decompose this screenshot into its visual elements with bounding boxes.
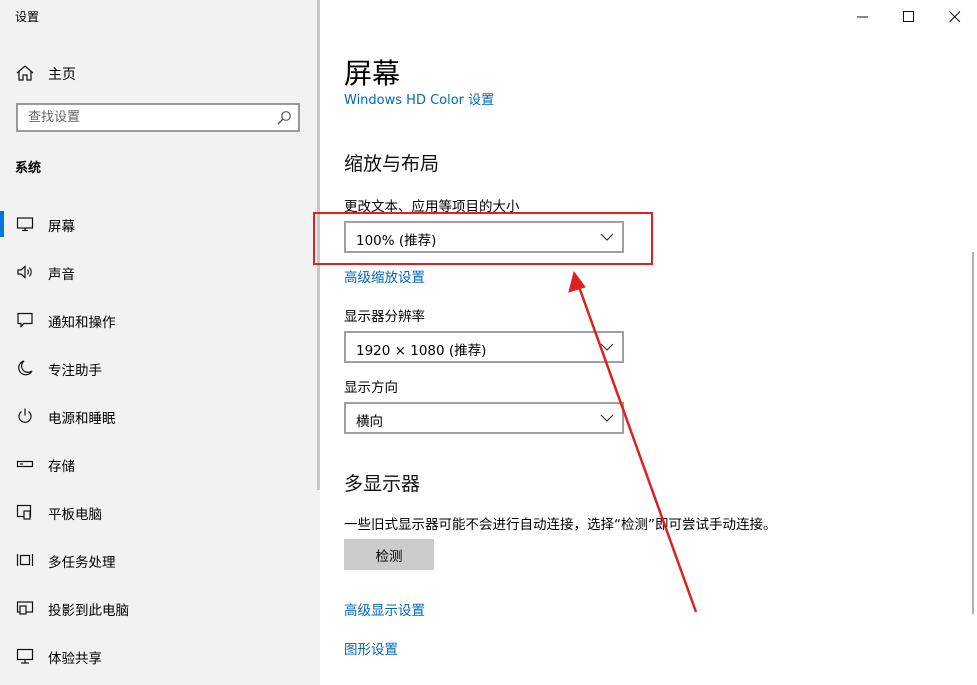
search-box[interactable] xyxy=(16,103,300,132)
storage-icon xyxy=(16,460,34,468)
sidebar-item-label: 屏幕 xyxy=(48,219,75,235)
sidebar: 设置 主页 系统 屏幕 xyxy=(0,0,320,685)
detect-description: 一些旧式显示器可能不会进行自动连接，选择“检测”即可尝试手动连接。 xyxy=(344,517,777,533)
maximize-icon xyxy=(903,11,914,22)
advanced-scaling-link[interactable]: 高级缩放设置 xyxy=(344,266,425,286)
sidebar-item-label: 声音 xyxy=(48,267,75,283)
sidebar-item-project[interactable]: 投影到此电脑 xyxy=(0,590,320,626)
sidebar-item-label: 投影到此电脑 xyxy=(48,603,129,619)
sidebar-item-label: 电源和睡眠 xyxy=(48,411,116,427)
moon-icon xyxy=(18,360,33,376)
home-button[interactable]: 主页 xyxy=(0,58,320,88)
search-input[interactable] xyxy=(18,105,278,130)
sidebar-item-focus-assist[interactable]: 专注助手 xyxy=(0,350,320,386)
sidebar-item-label: 平板电脑 xyxy=(48,507,102,523)
resolution-value: 1920 × 1080 (推荐) xyxy=(356,343,487,359)
minimize-icon xyxy=(857,16,868,18)
sidebar-item-multitasking[interactable]: 多任务处理 xyxy=(0,542,320,578)
graphics-settings-link[interactable]: 图形设置 xyxy=(344,638,398,658)
sidebar-item-label: 通知和操作 xyxy=(48,315,116,331)
home-label: 主页 xyxy=(48,67,76,83)
sidebar-item-label: 存储 xyxy=(48,459,75,475)
notification-icon xyxy=(17,312,33,328)
project-icon xyxy=(16,601,34,615)
maximize-button[interactable] xyxy=(885,2,931,32)
sidebar-item-label: 体验共享 xyxy=(48,651,102,667)
sidebar-item-display[interactable]: 屏幕 xyxy=(0,206,320,242)
scale-layout-heading: 缩放与布局 xyxy=(344,153,440,175)
orientation-dropdown[interactable]: 横向 xyxy=(344,402,624,434)
monitor-icon xyxy=(16,217,34,232)
close-icon xyxy=(949,11,961,23)
active-indicator xyxy=(0,211,4,237)
sidebar-item-notifications[interactable]: 通知和操作 xyxy=(0,302,320,338)
chevron-down-icon xyxy=(600,343,614,351)
sidebar-item-label: 专注助手 xyxy=(48,363,102,379)
sidebar-item-storage[interactable]: 存储 xyxy=(0,446,320,482)
minimize-button[interactable] xyxy=(839,2,885,32)
tablet-icon xyxy=(16,504,32,520)
chevron-down-icon xyxy=(600,414,614,422)
hd-color-settings-link[interactable]: Windows HD Color 设置 xyxy=(344,89,494,106)
resolution-label: 显示器分辨率 xyxy=(344,309,425,325)
hd-color-link-wrapper: Windows HD Color 设置 xyxy=(344,86,744,106)
orientation-label: 显示方向 xyxy=(344,380,398,396)
orientation-value: 横向 xyxy=(356,414,383,430)
sidebar-item-label: 多任务处理 xyxy=(48,555,116,571)
power-icon xyxy=(18,408,32,423)
content-pane: 屏幕 Windows HD Color 设置 缩放与布局 更改文本、应用等项目的… xyxy=(320,0,977,685)
sidebar-item-sound[interactable]: 声音 xyxy=(0,254,320,290)
section-heading-system: 系统 xyxy=(15,161,42,176)
close-button[interactable] xyxy=(931,2,977,32)
app-title: 设置 xyxy=(15,10,40,24)
detect-button[interactable]: 检测 xyxy=(344,539,434,570)
share-icon xyxy=(16,648,34,664)
multitask-icon xyxy=(16,554,34,566)
speaker-icon xyxy=(17,265,32,279)
sidebar-item-power[interactable]: 电源和睡眠 xyxy=(0,398,320,434)
content-scrollbar[interactable] xyxy=(972,252,974,614)
search-icon[interactable] xyxy=(276,110,292,126)
resolution-dropdown[interactable]: 1920 × 1080 (推荐) xyxy=(344,331,624,363)
annotation-highlight-box xyxy=(313,212,653,265)
sidebar-item-tablet[interactable]: 平板电脑 xyxy=(0,494,320,530)
home-icon xyxy=(16,65,34,81)
advanced-display-settings-link[interactable]: 高级显示设置 xyxy=(344,599,425,619)
multiple-displays-heading: 多显示器 xyxy=(344,473,421,495)
sidebar-item-shared-experiences[interactable]: 体验共享 xyxy=(0,638,320,674)
settings-window: 设置 主页 系统 屏幕 xyxy=(0,0,977,685)
